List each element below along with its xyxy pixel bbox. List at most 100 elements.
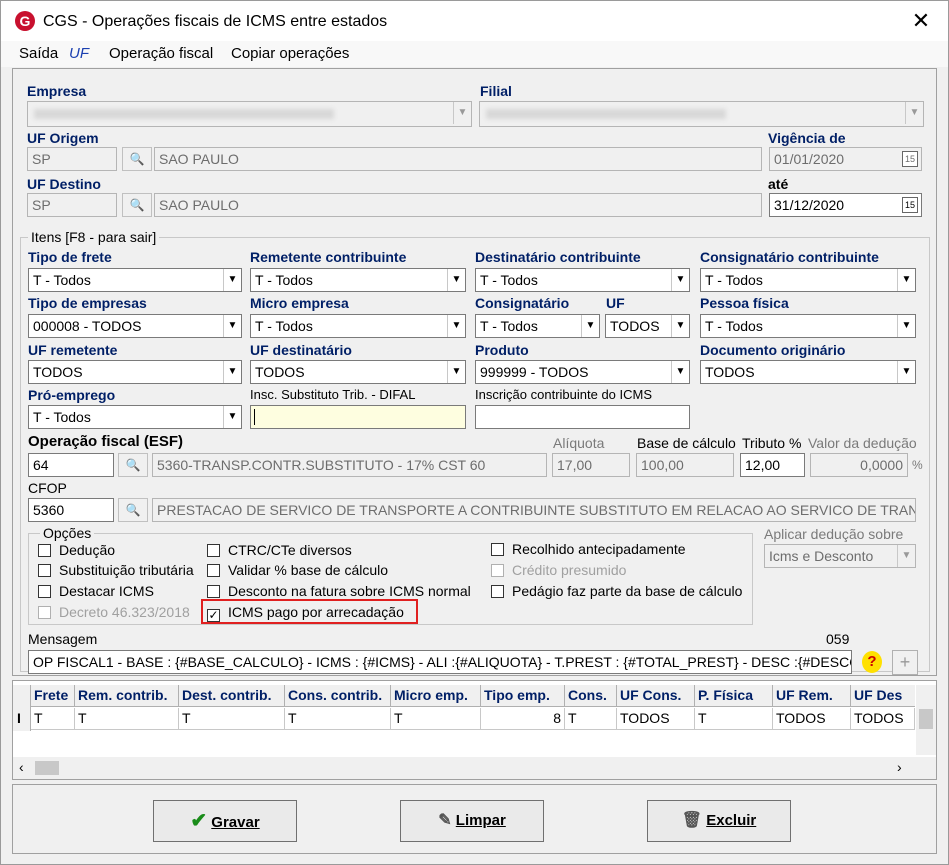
- chevron-down-icon: ▼: [447, 269, 465, 291]
- uf-origem-name-field[interactable]: SAO PAULO: [154, 147, 762, 171]
- destacar-icms-checkbox[interactable]: Destacar ICMS: [38, 583, 154, 599]
- checkbox-box: [38, 544, 51, 557]
- grid-cell[interactable]: T: [179, 708, 285, 730]
- grid-header[interactable]: UF Des: [851, 685, 915, 707]
- deducao-checkbox[interactable]: Dedução: [38, 542, 115, 558]
- highlight-box: [201, 599, 418, 624]
- aliquota-label: Alíquota: [553, 435, 605, 451]
- consignatario-contrib-select[interactable]: T - Todos ▼: [700, 268, 916, 292]
- grid-header[interactable]: Frete: [31, 685, 75, 707]
- pro-emprego-select[interactable]: T - Todos ▼: [28, 405, 242, 429]
- grid-header[interactable]: Dest. contrib.: [179, 685, 285, 707]
- filial-label: Filial: [480, 83, 512, 99]
- pedagio-checkbox[interactable]: Pedágio faz parte da base de cálculo: [491, 583, 742, 599]
- grid-cell[interactable]: 8: [481, 708, 565, 730]
- grid-header[interactable]: Micro emp.: [391, 685, 481, 707]
- grid-header[interactable]: Rem. contrib.: [75, 685, 179, 707]
- remetente-select[interactable]: T - Todos ▼: [250, 268, 466, 292]
- uf-destino-code-field[interactable]: SP: [27, 193, 117, 217]
- insc-subst-field[interactable]: [250, 405, 466, 429]
- scroll-thumb[interactable]: [35, 761, 59, 775]
- grid-cell[interactable]: T: [695, 708, 773, 730]
- insc-contrib-field[interactable]: [475, 405, 690, 429]
- tipo-empresas-select[interactable]: 000008 - TODOS ▼: [28, 314, 242, 338]
- micro-select[interactable]: T - Todos ▼: [250, 314, 466, 338]
- title-bar: G CGS - Operações fiscais de ICMS entre …: [1, 1, 948, 41]
- select-value: T - Todos: [255, 272, 313, 288]
- uf-dest-select[interactable]: TODOS ▼: [250, 360, 466, 384]
- text-cursor: [254, 409, 255, 425]
- menu-operacao-fiscal[interactable]: Operação fiscal: [109, 45, 213, 62]
- grid-cell[interactable]: T: [31, 708, 75, 730]
- grid-header[interactable]: P. Física: [695, 685, 773, 707]
- grid-cell[interactable]: T: [391, 708, 481, 730]
- calendar-icon[interactable]: 15: [902, 151, 918, 167]
- help-icon[interactable]: ?: [862, 651, 882, 673]
- uf-destino-name-field[interactable]: SAO PAULO: [154, 193, 762, 217]
- chevron-right-icon[interactable]: ›: [897, 759, 902, 775]
- checkbox-label: Decreto 46.323/2018: [59, 604, 190, 620]
- aplicar-label: Aplicar dedução sobre: [764, 526, 904, 542]
- limpar-button[interactable]: ✎ Limpar: [400, 800, 544, 842]
- chevron-left-icon[interactable]: ‹: [19, 759, 24, 775]
- ctrc-checkbox[interactable]: CTRC/CTe diversos: [207, 542, 352, 558]
- recolhido-checkbox[interactable]: Recolhido antecipadamente: [491, 541, 686, 557]
- grid-cell[interactable]: T: [565, 708, 617, 730]
- grid-cell[interactable]: TODOS: [851, 708, 915, 730]
- filial-select[interactable]: ▼: [479, 101, 924, 127]
- mensagem-field[interactable]: OP FISCAL1 - BASE : {#BASE_CALCULO} - IC…: [28, 650, 852, 674]
- checkbox-label: Desconto na fatura sobre ICMS normal: [228, 583, 471, 599]
- grid-header[interactable]: UF Rem.: [773, 685, 851, 707]
- cfop-field[interactable]: 5360: [28, 498, 114, 522]
- vigencia-de-field[interactable]: 01/01/2020 15: [769, 147, 922, 171]
- doc-select[interactable]: TODOS ▼: [700, 360, 916, 384]
- vigencia-ate-field[interactable]: 31/12/2020 15: [769, 193, 922, 217]
- grid-header[interactable]: Tipo emp.: [481, 685, 565, 707]
- checkbox-label: Destacar ICMS: [59, 583, 154, 599]
- tributo-field[interactable]: 12,00: [740, 453, 805, 477]
- binoculars-icon[interactable]: 🔍: [118, 498, 148, 522]
- doc-label: Documento originário: [700, 342, 846, 358]
- produto-select[interactable]: 999999 - TODOS ▼: [475, 360, 690, 384]
- menu-copiar-operacoes[interactable]: Copiar operações: [231, 45, 349, 62]
- uf-select[interactable]: TODOS ▼: [605, 314, 690, 338]
- desconto-fatura-checkbox[interactable]: Desconto na fatura sobre ICMS normal: [207, 583, 471, 599]
- close-icon[interactable]: ✕: [906, 7, 936, 35]
- tipo-frete-select[interactable]: T - Todos ▼: [28, 268, 242, 292]
- binoculars-icon[interactable]: 🔍: [122, 147, 152, 171]
- horizontal-scrollbar[interactable]: ‹ ›: [13, 757, 936, 779]
- grid-cell[interactable]: TODOS: [773, 708, 851, 730]
- grid-cell[interactable]: TODOS: [617, 708, 695, 730]
- grid-cell[interactable]: T: [75, 708, 179, 730]
- menu-uf[interactable]: UF: [69, 45, 89, 62]
- vertical-scrollbar[interactable]: [916, 685, 936, 755]
- destinatario-select[interactable]: T - Todos ▼: [475, 268, 690, 292]
- grid-header[interactable]: UF Cons.: [617, 685, 695, 707]
- calendar-icon[interactable]: 15: [902, 197, 918, 213]
- empresa-select[interactable]: ▼: [27, 101, 472, 127]
- grid-cell[interactable]: T: [285, 708, 391, 730]
- excluir-button[interactable]: 🗑 Excluir: [647, 800, 791, 842]
- checkbox-label: Crédito presumido: [512, 562, 627, 578]
- operacao-code-field[interactable]: 64: [28, 453, 114, 477]
- grid-header[interactable]: Cons. contrib.: [285, 685, 391, 707]
- binoculars-icon[interactable]: 🔍: [118, 453, 148, 477]
- gravar-button[interactable]: ✔ Gravar: [153, 800, 297, 842]
- select-value: 000008 - TODOS: [33, 318, 142, 334]
- scroll-thumb[interactable]: [919, 709, 933, 729]
- pessoa-select[interactable]: T - Todos ▼: [700, 314, 916, 338]
- app-logo-icon: G: [15, 11, 35, 31]
- menu-saida[interactable]: Saída: [19, 45, 58, 62]
- grid-header[interactable]: Cons.: [565, 685, 617, 707]
- binoculars-icon[interactable]: 🔍: [122, 193, 152, 217]
- blurred-text: [486, 109, 726, 119]
- uf-label: UF: [606, 295, 625, 311]
- uf-rem-select[interactable]: TODOS ▼: [28, 360, 242, 384]
- insc-contrib-label: Inscrição contribuinte do ICMS: [475, 387, 653, 402]
- uf-origem-code-field[interactable]: SP: [27, 147, 117, 171]
- add-icon[interactable]: +: [892, 650, 918, 675]
- consignatario-select[interactable]: T - Todos ▼: [475, 314, 600, 338]
- mensagem-count: 059: [826, 631, 850, 647]
- validar-base-checkbox[interactable]: Validar % base de cálculo: [207, 562, 388, 578]
- subst-trib-checkbox[interactable]: Substituição tributária: [38, 562, 194, 578]
